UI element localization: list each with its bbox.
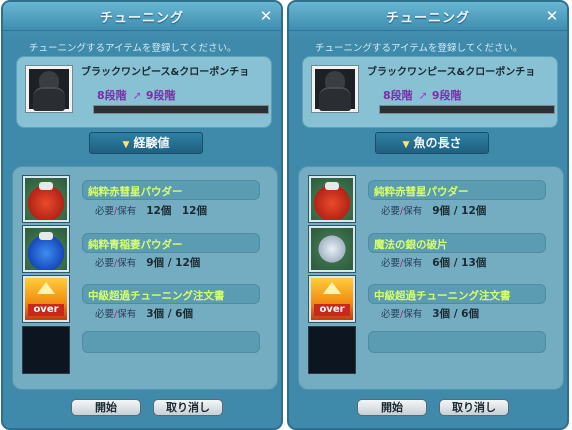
- material-name: 純粋青稲妻パウダー: [88, 239, 183, 251]
- title-bar[interactable]: チューニング ✕: [3, 2, 281, 31]
- blue-powder-icon: [25, 228, 67, 270]
- over-badge: over: [28, 304, 64, 316]
- tuning-type-button[interactable]: ▼ 経験値: [89, 132, 203, 154]
- material-name-bar-empty: [368, 331, 546, 353]
- material-name: 純粋赤彗星パウダー: [374, 186, 469, 198]
- material-count: 9個 / 12個: [146, 257, 201, 269]
- required-label: 必要: [381, 309, 401, 320]
- item-panel: ブラックワンピース&クローポンチョ 8段階 ➚ 9段階: [16, 56, 272, 128]
- material-name-bar: 純粋青稲妻パウダー: [82, 233, 260, 253]
- material-slot-empty[interactable]: [308, 326, 356, 374]
- tuning-type-label: 経験値: [133, 136, 170, 150]
- item-panel: ブラックワンピース&クローポンチョ 8段階 ➚ 9段階: [302, 56, 558, 128]
- material-count: 6個 / 13個: [432, 257, 487, 269]
- owned-label: 保有: [403, 206, 423, 217]
- owned-label: 保有: [117, 206, 137, 217]
- material-requirement: 必要/保有 9個 / 12個: [95, 257, 201, 269]
- instruction-text: チューニングするアイテムを登録してください。: [315, 43, 523, 54]
- material-name-bar: 中級超過チューニング注文書: [82, 284, 260, 304]
- cancel-button[interactable]: 取り消し: [153, 399, 223, 416]
- owned-label: 保有: [403, 258, 423, 269]
- material-name-bar: 魔法の銀の破片: [368, 233, 546, 253]
- over-scroll-icon: over: [311, 278, 353, 320]
- material-slot[interactable]: [308, 225, 356, 273]
- material-requirement: 必要/保有 6個 / 13個: [381, 257, 487, 269]
- instruction-text: チューニングするアイテムを登録してください。: [29, 43, 237, 54]
- start-button[interactable]: 開始: [357, 399, 427, 416]
- materials-panel: 純粋赤彗星パウダー 必要/保有 9個 / 12個 魔法の銀の破片 必要/保有 6個 …: [298, 166, 564, 390]
- material-slot[interactable]: [308, 175, 356, 223]
- title-bar[interactable]: チューニング ✕: [289, 2, 567, 31]
- material-slot[interactable]: over: [22, 275, 70, 323]
- material-name: 純粋赤彗星パウダー: [88, 186, 183, 198]
- window-title: チューニング: [99, 11, 184, 26]
- level-current: 8段階: [383, 89, 413, 102]
- cancel-button[interactable]: 取り消し: [439, 399, 509, 416]
- item-name: ブラックワンピース&クローポンチョ: [367, 67, 536, 78]
- tuning-window-left: チューニング ✕ チューニングするアイテムを登録してください。 ブラックワンピー…: [1, 0, 283, 430]
- level-arrow-icon: ➚: [132, 89, 142, 102]
- triangle-down-icon: ▼: [122, 140, 130, 150]
- required-label: 必要: [95, 206, 115, 217]
- material-name-bar: 純粋赤彗星パウダー: [368, 180, 546, 200]
- material-name: 中級超過チューニング注文書: [374, 290, 511, 302]
- item-name: ブラックワンピース&クローポンチョ: [81, 67, 250, 78]
- material-count: 9個 / 12個: [432, 205, 487, 217]
- black-dress-icon: [315, 69, 355, 111]
- material-requirement: 必要/保有 3個 / 6個: [95, 308, 193, 320]
- material-slot[interactable]: [22, 225, 70, 273]
- material-slot[interactable]: [22, 175, 70, 223]
- triangle-down-icon: ▼: [402, 140, 410, 150]
- close-icon[interactable]: ✕: [545, 9, 559, 24]
- material-requirement: 必要/保有 12個 12個: [95, 205, 207, 217]
- material-slot[interactable]: over: [308, 275, 356, 323]
- level-display: 8段階 ➚ 9段階: [383, 87, 462, 103]
- material-name-bar: 中級超過チューニング注文書: [368, 284, 546, 304]
- progress-bar: [379, 105, 555, 114]
- start-button[interactable]: 開始: [71, 399, 141, 416]
- material-requirement: 必要/保有 3個 / 6個: [381, 308, 479, 320]
- material-name: 中級超過チューニング注文書: [88, 290, 225, 302]
- red-powder-icon: [25, 178, 67, 220]
- level-current: 8段階: [97, 89, 127, 102]
- tuning-type-button[interactable]: ▼ 魚の長さ: [375, 132, 489, 154]
- level-next: 9段階: [431, 89, 462, 102]
- progress-bar: [93, 105, 269, 114]
- item-slot[interactable]: [25, 65, 73, 113]
- required-label: 必要: [381, 206, 401, 217]
- black-dress-icon: [29, 69, 69, 111]
- silver-shard-icon: [311, 228, 353, 270]
- required-label: 必要: [381, 258, 401, 269]
- tuning-type-label: 魚の長さ: [413, 136, 462, 150]
- owned-label: 保有: [117, 258, 137, 269]
- material-requirement: 必要/保有 9個 / 12個: [381, 205, 487, 217]
- material-count: 3個 / 6個: [146, 308, 193, 320]
- required-label: 必要: [95, 258, 115, 269]
- material-name-bar-empty: [82, 331, 260, 353]
- owned-label: 保有: [403, 309, 423, 320]
- material-name: 魔法の銀の破片: [374, 239, 448, 251]
- red-powder-icon: [311, 178, 353, 220]
- tuning-window-right: チューニング ✕ チューニングするアイテムを登録してください。 ブラックワンピー…: [287, 0, 569, 430]
- required-label: 必要: [95, 309, 115, 320]
- materials-panel: 純粋赤彗星パウダー 必要/保有 12個 12個 純粋青稲妻パウダー 必要/保有 9個…: [12, 166, 278, 390]
- over-badge: over: [314, 304, 350, 316]
- level-arrow-icon: ➚: [418, 89, 428, 102]
- window-title: チューニング: [385, 11, 470, 26]
- close-icon[interactable]: ✕: [259, 9, 273, 24]
- over-scroll-icon: over: [25, 278, 67, 320]
- material-count: 3個 / 6個: [432, 308, 479, 320]
- material-name-bar: 純粋赤彗星パウダー: [82, 180, 260, 200]
- owned-label: 保有: [117, 309, 137, 320]
- level-next: 9段階: [145, 89, 176, 102]
- material-slot-empty[interactable]: [22, 326, 70, 374]
- level-display: 8段階 ➚ 9段階: [97, 87, 176, 103]
- item-slot[interactable]: [311, 65, 359, 113]
- material-count: 12個 12個: [146, 205, 207, 217]
